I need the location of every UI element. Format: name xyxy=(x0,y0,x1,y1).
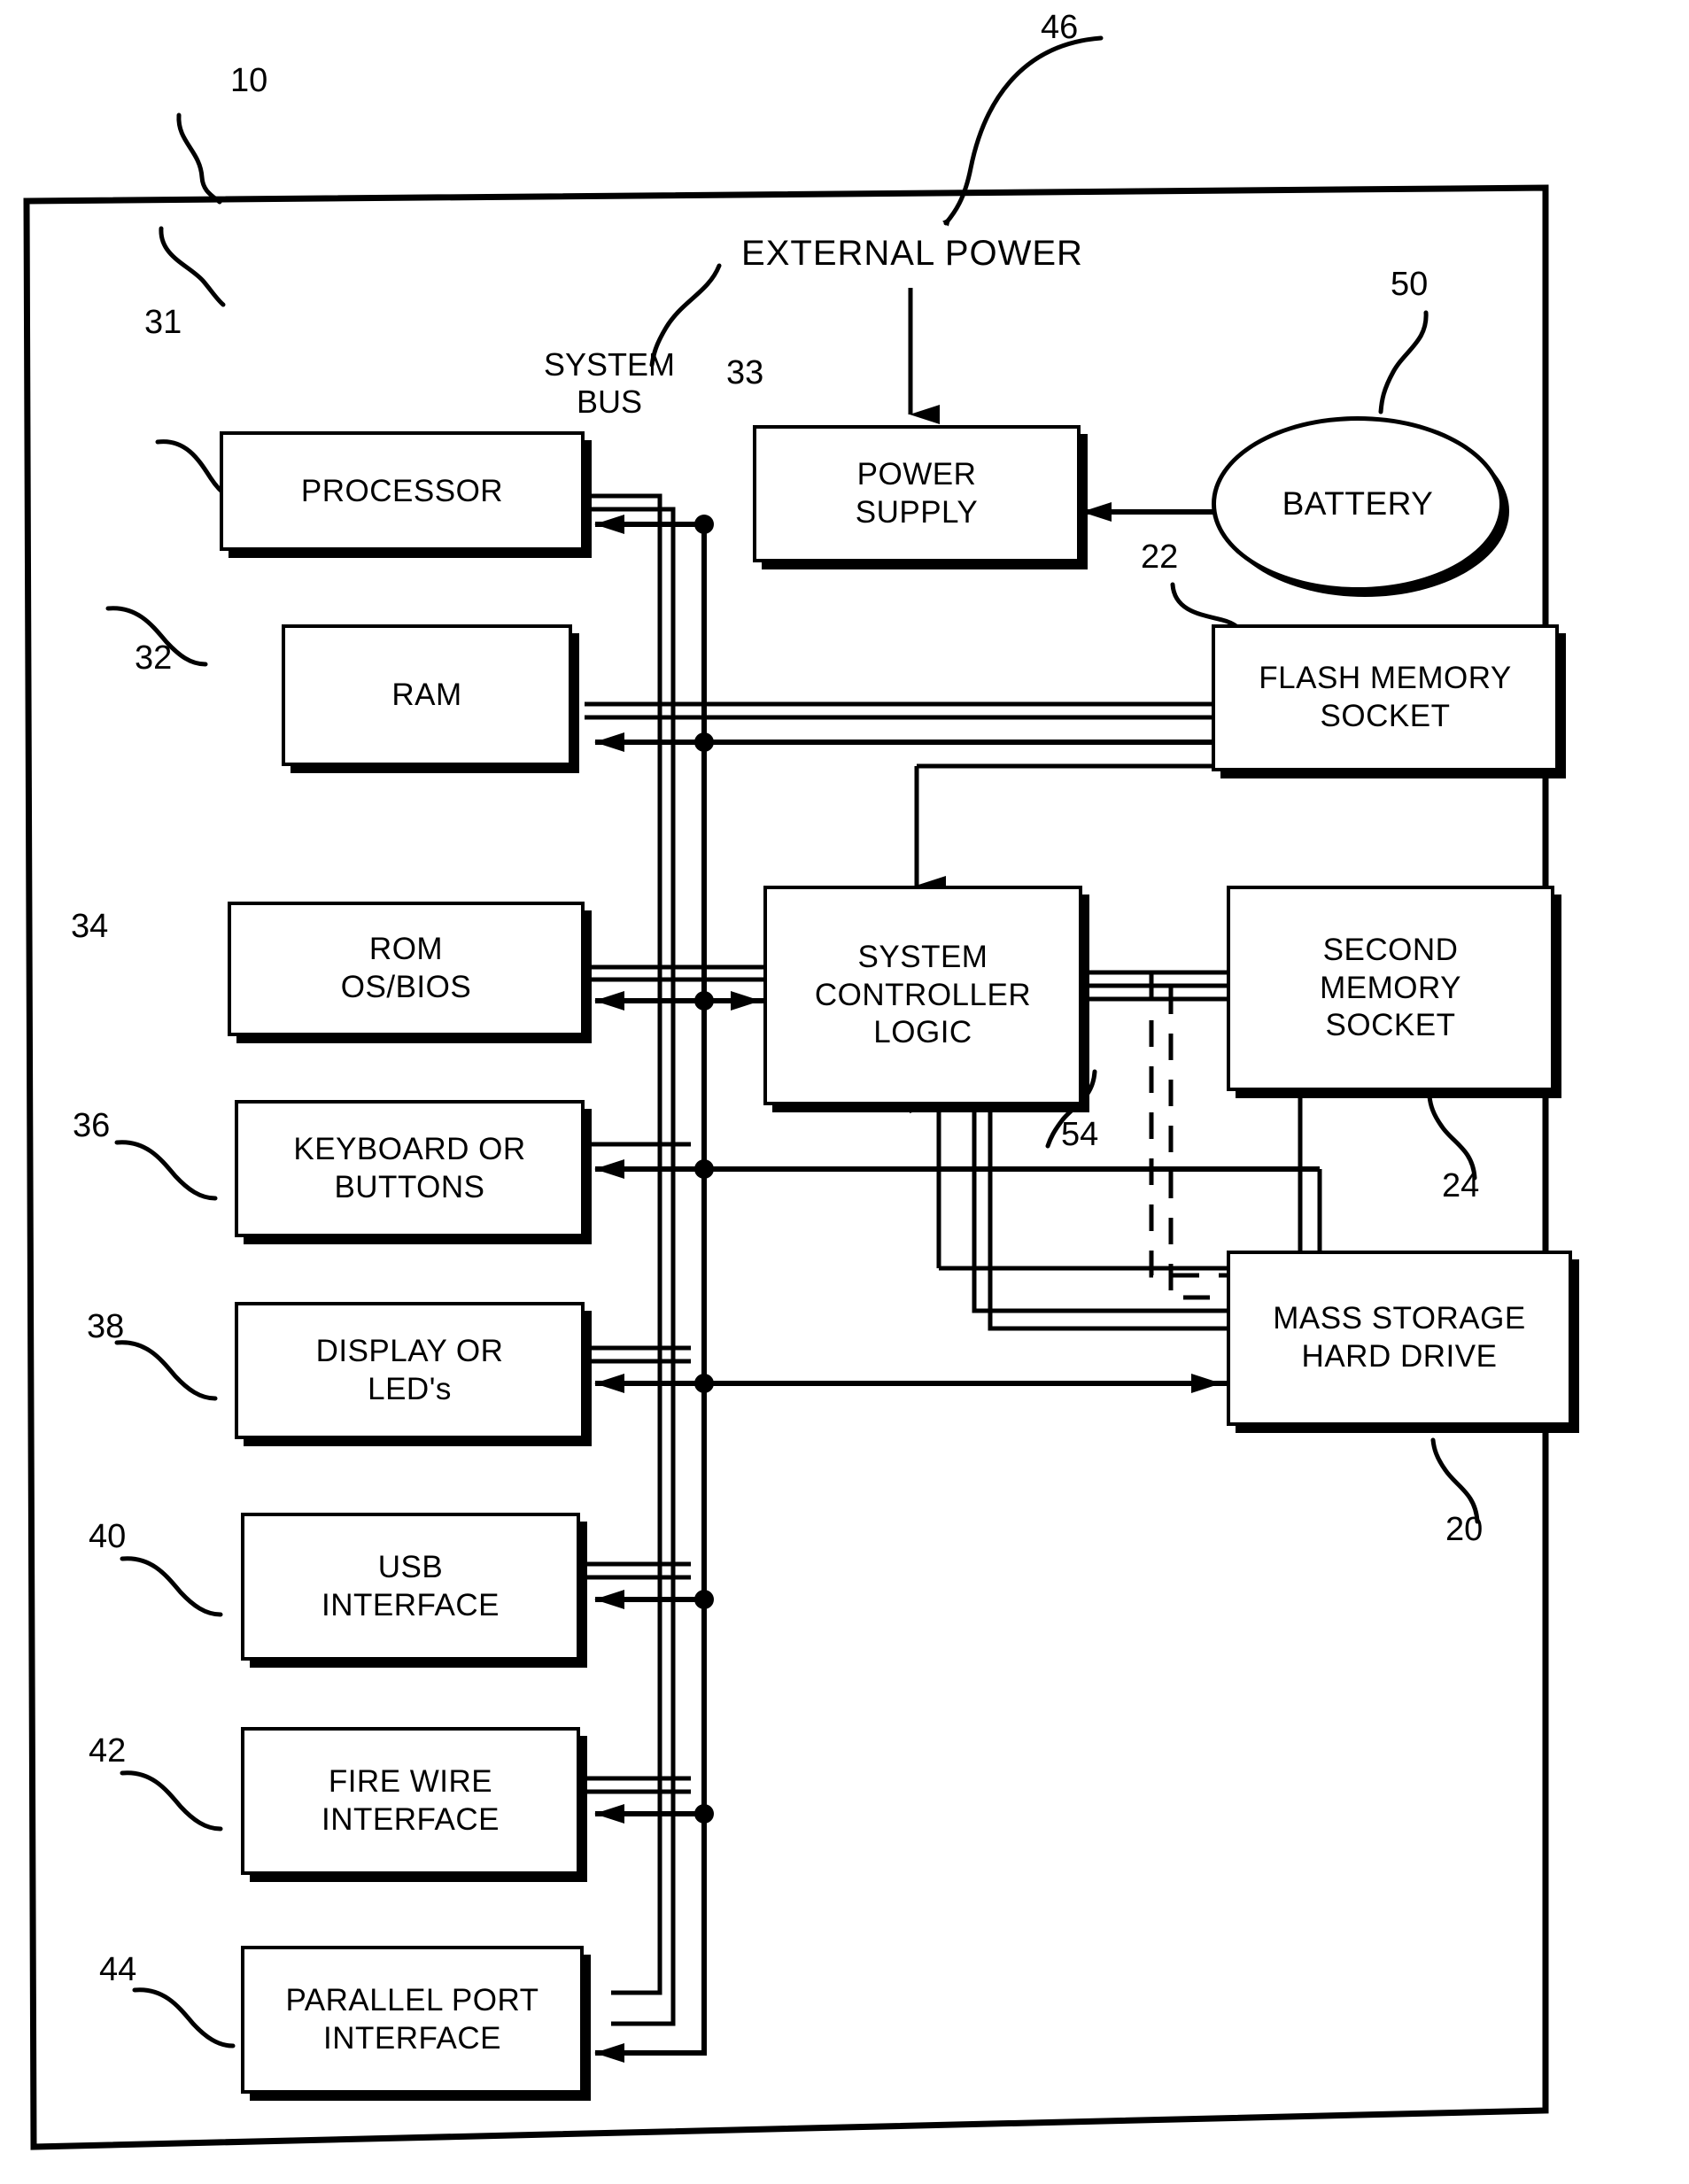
ref-54: 54 xyxy=(1061,1116,1099,1153)
block-processor-label: PROCESSOR xyxy=(300,473,504,508)
ref-38: 38 xyxy=(87,1308,125,1345)
patent-figure: PROCESSOR RAM ROM OS/BIOS KEYBOARD OR BU… xyxy=(0,0,1689,2184)
block-mass-storage-label-line1: MASS STORAGE xyxy=(1273,1301,1526,1336)
ref-34: 34 xyxy=(71,908,109,945)
block-keyboard-label-line1: KEYBOARD OR xyxy=(293,1131,526,1166)
block-keyboard-or-buttons[interactable]: KEYBOARD OR BUTTONS xyxy=(235,1100,585,1237)
ref-40: 40 xyxy=(89,1518,127,1555)
block-power-supply-label-line2: SUPPLY xyxy=(855,494,979,530)
block-power-supply-label-line1: POWER xyxy=(856,456,977,492)
ref-50: 50 xyxy=(1391,266,1429,303)
bus-stub-rom xyxy=(585,964,771,1011)
external-power-label: EXTERNAL POWER xyxy=(741,234,1083,273)
controller-to-flash xyxy=(914,756,1254,895)
block-display-label-line2: LED's xyxy=(368,1371,452,1406)
block-usb-interface[interactable]: USB INTERFACE xyxy=(241,1513,580,1661)
block-flash-memory-socket[interactable]: FLASH MEMORY SOCKET xyxy=(1212,624,1559,771)
block-rom-label-line2: OS/BIOS xyxy=(340,970,472,1004)
block-firewire-interface[interactable]: FIRE WIRE INTERFACE xyxy=(241,1727,580,1875)
ref-10: 10 xyxy=(230,62,268,99)
block-rom-osbios[interactable]: ROM OS/BIOS xyxy=(228,902,585,1036)
block-firewire-label-line1: FIRE WIRE xyxy=(328,1763,493,1799)
block-controller-label-line3: LOGIC xyxy=(873,1015,972,1050)
block-firewire-label-line2: INTERFACE xyxy=(322,1801,500,1837)
ref-24: 24 xyxy=(1442,1167,1480,1204)
block-flash-label-line2: SOCKET xyxy=(1320,699,1451,733)
ref-31: 31 xyxy=(144,304,182,341)
block-usb-label-line1: USB xyxy=(377,1549,444,1584)
block-battery[interactable]: BATTERY xyxy=(1212,416,1504,592)
bus-stub-keyboard xyxy=(585,1142,1322,1253)
bus-stub-display xyxy=(585,1345,1231,1393)
block-ram-label: RAM xyxy=(391,678,462,713)
block-second-socket-label-line2: MEMORY xyxy=(1320,970,1461,1005)
block-keyboard-label-line2: BUTTONS xyxy=(334,1169,485,1204)
block-usb-label-line2: INTERFACE xyxy=(322,1587,500,1623)
block-second-socket-label-line1: SECOND xyxy=(1322,932,1459,967)
bus-stub-firewire xyxy=(585,1776,714,1824)
ref-22: 22 xyxy=(1141,538,1179,576)
block-power-supply[interactable]: POWER SUPPLY xyxy=(753,425,1081,562)
ref-20: 20 xyxy=(1445,1511,1484,1548)
block-rom-label-line1: ROM xyxy=(368,932,444,967)
block-display-or-leds[interactable]: DISPLAY OR LED's xyxy=(235,1302,585,1439)
block-controller-label-line2: CONTROLLER xyxy=(814,977,1032,1012)
ref-46: 46 xyxy=(1041,9,1079,46)
block-second-socket-label-line3: SOCKET xyxy=(1325,1008,1456,1043)
ref-36: 36 xyxy=(73,1107,111,1144)
block-system-controller-logic[interactable]: SYSTEM CONTROLLER LOGIC xyxy=(763,886,1082,1105)
block-mass-storage-label-line2: HARD DRIVE xyxy=(1301,1339,1498,1374)
block-parallel-label-line1: PARALLEL PORT xyxy=(285,1982,539,2017)
block-mass-storage-hard-drive[interactable]: MASS STORAGE HARD DRIVE xyxy=(1227,1251,1572,1426)
block-processor[interactable]: PROCESSOR xyxy=(220,431,585,551)
block-ram[interactable]: RAM xyxy=(282,624,572,766)
system-bus-rails xyxy=(585,493,707,2056)
bus-stub-processor xyxy=(594,515,714,534)
system-bus-label: SYSTEM BUS xyxy=(543,346,676,421)
ref-32: 32 xyxy=(135,639,173,677)
bus-stub-usb xyxy=(585,1561,714,1609)
block-flash-label-line1: FLASH MEMORY xyxy=(1259,661,1512,696)
controller-bottom-links xyxy=(910,1094,1275,1331)
block-battery-label: BATTERY xyxy=(1282,485,1434,522)
ref-33: 33 xyxy=(726,354,764,391)
block-second-memory-socket[interactable]: SECOND MEMORY SOCKET xyxy=(1227,886,1554,1091)
block-display-label-line1: DISPLAY OR xyxy=(315,1333,504,1368)
block-parallel-port-interface[interactable]: PARALLEL PORT INTERFACE xyxy=(241,1946,584,2094)
ref-42: 42 xyxy=(89,1732,127,1770)
bus-stub-ram xyxy=(585,701,1254,752)
block-controller-label-line1: SYSTEM xyxy=(857,939,988,974)
block-parallel-label-line2: INTERFACE xyxy=(323,2020,501,2056)
ref-44: 44 xyxy=(99,1951,137,1988)
